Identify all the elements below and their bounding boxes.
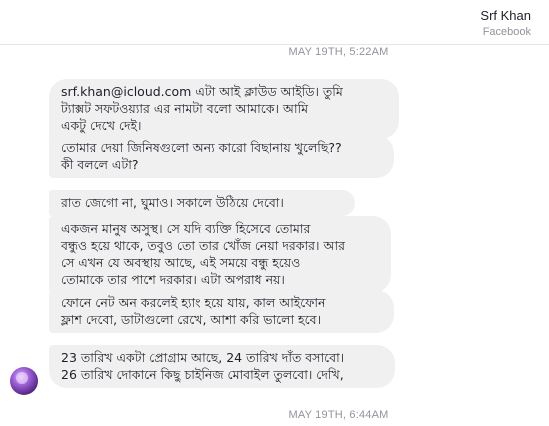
message-bubble[interactable]: তোমার দেয়া জিনিষগুলো অন্য কারো বিছানায়… (49, 135, 394, 178)
timestamp-divider: MAY 19TH, 6:44AM (288, 409, 389, 421)
timestamp-divider: MAY 19TH, 5:22AM (288, 46, 389, 58)
contact-name[interactable]: Srf Khan (480, 8, 531, 23)
message-bubble[interactable]: একজন মানুষ অসুস্থ। সে যদি ব্যক্তি হিসেবে… (49, 216, 391, 293)
message-bubble[interactable]: রাত জেগো না, ঘুমাও। সকালে উঠিয়ে দেবো। (49, 190, 355, 216)
message-bubble[interactable]: srf.khan@icloud.com এটা আই ক্লাউড আইডি। … (49, 79, 399, 139)
contact-platform: Facebook (482, 26, 531, 38)
avatar[interactable] (10, 367, 38, 395)
message-bubble[interactable]: 23 তারিখ একটা প্রোগ্রাম আছে, 24 তারিখ দা… (49, 345, 395, 388)
message-bubble[interactable]: ফোনে নেট অন করলেই হ্যাং হয়ে যায়, কাল আ… (49, 290, 394, 333)
conversation-header: Srf Khan Facebook (0, 0, 549, 45)
